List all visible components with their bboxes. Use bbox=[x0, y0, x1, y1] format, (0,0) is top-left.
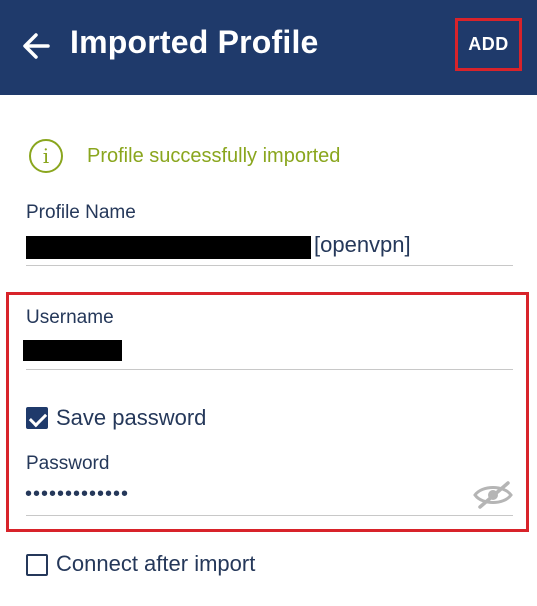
checkmark-icon bbox=[28, 408, 48, 428]
password-underline bbox=[26, 515, 513, 516]
username-redacted[interactable] bbox=[23, 340, 122, 361]
password-field[interactable]: ••••••••••••• bbox=[25, 483, 129, 506]
username-label: Username bbox=[26, 307, 114, 328]
import-status: i Profile successfully imported bbox=[29, 138, 340, 174]
password-label: Password bbox=[26, 453, 110, 474]
info-icon: i bbox=[29, 139, 63, 173]
save-password-label[interactable]: Save password bbox=[56, 405, 206, 431]
profile-name-underline bbox=[26, 265, 513, 266]
back-arrow-icon[interactable] bbox=[20, 28, 54, 64]
profile-name-redacted[interactable] bbox=[26, 236, 311, 259]
add-button[interactable]: ADD bbox=[455, 18, 522, 71]
imported-profile-screen: Imported Profile ADD i Profile successfu… bbox=[0, 0, 537, 606]
status-message: Profile successfully imported bbox=[87, 144, 341, 167]
profile-name-label: Profile Name bbox=[26, 202, 136, 223]
connect-after-import-checkbox[interactable] bbox=[26, 554, 48, 576]
connect-after-import-label[interactable]: Connect after import bbox=[56, 551, 255, 577]
username-underline bbox=[26, 369, 513, 370]
page-title: Imported Profile bbox=[70, 24, 319, 60]
app-bar: Imported Profile ADD bbox=[0, 0, 537, 95]
profile-name-suffix: [openvpn] bbox=[314, 232, 411, 257]
save-password-checkbox[interactable] bbox=[26, 407, 48, 429]
eye-off-icon[interactable] bbox=[472, 481, 514, 509]
